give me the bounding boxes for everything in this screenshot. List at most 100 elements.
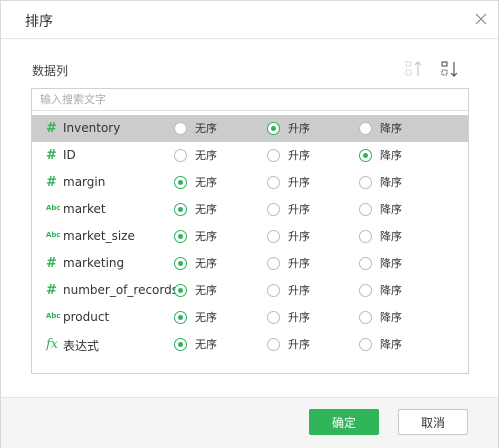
sort-option-desc[interactable]: 降序: [359, 309, 402, 325]
sort-option-none[interactable]: 无序: [174, 120, 217, 136]
radio-button[interactable]: [174, 175, 187, 189]
field-name: 表达式: [63, 339, 100, 353]
sort-option-asc[interactable]: 升序: [267, 201, 310, 217]
sort-option-desc[interactable]: 降序: [359, 147, 402, 163]
option-label: 降序: [380, 149, 402, 162]
radio-button[interactable]: [359, 310, 372, 324]
radio-button[interactable]: [174, 283, 187, 297]
field-name: margin: [63, 175, 106, 189]
sort-option-desc[interactable]: 降序: [359, 228, 402, 244]
option-label: 降序: [380, 311, 402, 324]
sort-option-asc[interactable]: 升序: [267, 120, 310, 136]
number-type-icon: #: [46, 120, 57, 136]
sort-descending-icon[interactable]: [440, 59, 460, 79]
radio-button[interactable]: [174, 337, 187, 351]
field-row[interactable]: Abc market_size 无序 升序 降序: [32, 223, 468, 250]
sort-option-asc[interactable]: 升序: [267, 336, 310, 352]
ok-button[interactable]: 确定: [309, 409, 379, 435]
option-label: 升序: [288, 203, 310, 216]
radio-button[interactable]: [267, 337, 280, 351]
sort-option-none[interactable]: 无序: [174, 309, 217, 325]
radio-button[interactable]: [359, 121, 372, 135]
number-type-icon: #: [46, 147, 57, 163]
section-label: 数据列: [32, 64, 69, 78]
sort-option-none[interactable]: 无序: [174, 228, 217, 244]
radio-button[interactable]: [267, 121, 280, 135]
sort-option-desc[interactable]: 降序: [359, 201, 402, 217]
option-label: 升序: [288, 257, 310, 270]
sort-option-asc[interactable]: 升序: [267, 309, 310, 325]
number-type-icon: #: [46, 282, 57, 298]
sort-option-asc[interactable]: 升序: [267, 174, 310, 190]
radio-button[interactable]: [174, 256, 187, 270]
field-name: market_size: [63, 229, 135, 243]
radio-button[interactable]: [359, 175, 372, 189]
close-icon[interactable]: [474, 12, 488, 26]
radio-button[interactable]: [267, 310, 280, 324]
field-name: Inventory: [63, 121, 121, 135]
radio-button[interactable]: [174, 202, 187, 216]
radio-button[interactable]: [267, 256, 280, 270]
option-label: 无序: [195, 230, 217, 243]
radio-button[interactable]: [174, 229, 187, 243]
sort-option-desc[interactable]: 降序: [359, 120, 402, 136]
field-row[interactable]: Abc market 无序 升序 降序: [32, 196, 468, 223]
option-label: 无序: [195, 257, 217, 270]
field-row[interactable]: Abc product 无序 升序 降序: [32, 304, 468, 331]
sort-option-desc[interactable]: 降序: [359, 255, 402, 271]
option-label: 升序: [288, 284, 310, 297]
radio-button[interactable]: [267, 175, 280, 189]
radio-button[interactable]: [174, 310, 187, 324]
option-label: 降序: [380, 122, 402, 135]
radio-button[interactable]: [174, 148, 187, 162]
sort-option-none[interactable]: 无序: [174, 282, 217, 298]
text-type-icon: Abc: [46, 204, 61, 212]
sort-option-asc[interactable]: 升序: [267, 282, 310, 298]
sort-option-asc[interactable]: 升序: [267, 228, 310, 244]
field-row[interactable]: # number_of_records 无序 升序 降序: [32, 277, 468, 304]
radio-button[interactable]: [267, 283, 280, 297]
cancel-button[interactable]: 取消: [398, 409, 468, 435]
radio-button[interactable]: [359, 256, 372, 270]
option-label: 降序: [380, 284, 402, 297]
radio-button[interactable]: [359, 148, 372, 162]
option-label: 升序: [288, 149, 310, 162]
sort-ascending-icon[interactable]: [404, 59, 424, 79]
option-label: 无序: [195, 284, 217, 297]
option-label: 无序: [195, 122, 217, 135]
radio-button[interactable]: [174, 121, 187, 135]
option-label: 升序: [288, 230, 310, 243]
sort-option-none[interactable]: 无序: [174, 336, 217, 352]
field-row[interactable]: # marketing 无序 升序 降序: [32, 250, 468, 277]
sort-option-none[interactable]: 无序: [174, 147, 217, 163]
radio-button[interactable]: [267, 148, 280, 162]
sort-option-desc[interactable]: 降序: [359, 336, 402, 352]
option-label: 升序: [288, 311, 310, 324]
sort-option-desc[interactable]: 降序: [359, 174, 402, 190]
radio-button[interactable]: [267, 229, 280, 243]
field-name: market: [63, 202, 106, 216]
field-name: marketing: [63, 256, 125, 270]
sort-option-none[interactable]: 无序: [174, 255, 217, 271]
radio-button[interactable]: [359, 202, 372, 216]
field-row[interactable]: # margin 无序 升序 降序: [32, 169, 468, 196]
dialog-footer: 确定 取消: [1, 397, 498, 448]
field-row[interactable]: fx 表达式 无序 升序 降序: [32, 331, 468, 358]
radio-button[interactable]: [359, 337, 372, 351]
field-row[interactable]: # Inventory 无序 升序 降序: [32, 115, 468, 142]
radio-button[interactable]: [359, 229, 372, 243]
sort-option-none[interactable]: 无序: [174, 201, 217, 217]
option-label: 升序: [288, 122, 310, 135]
radio-button[interactable]: [359, 283, 372, 297]
field-row[interactable]: # ID 无序 升序 降序: [32, 142, 468, 169]
option-label: 无序: [195, 338, 217, 351]
search-input[interactable]: [32, 89, 468, 111]
dialog-header: 排序: [1, 1, 498, 39]
sort-option-desc[interactable]: 降序: [359, 282, 402, 298]
sort-option-asc[interactable]: 升序: [267, 147, 310, 163]
number-type-icon: #: [46, 255, 57, 271]
sort-option-none[interactable]: 无序: [174, 174, 217, 190]
radio-button[interactable]: [267, 202, 280, 216]
sort-option-asc[interactable]: 升序: [267, 255, 310, 271]
option-label: 无序: [195, 311, 217, 324]
